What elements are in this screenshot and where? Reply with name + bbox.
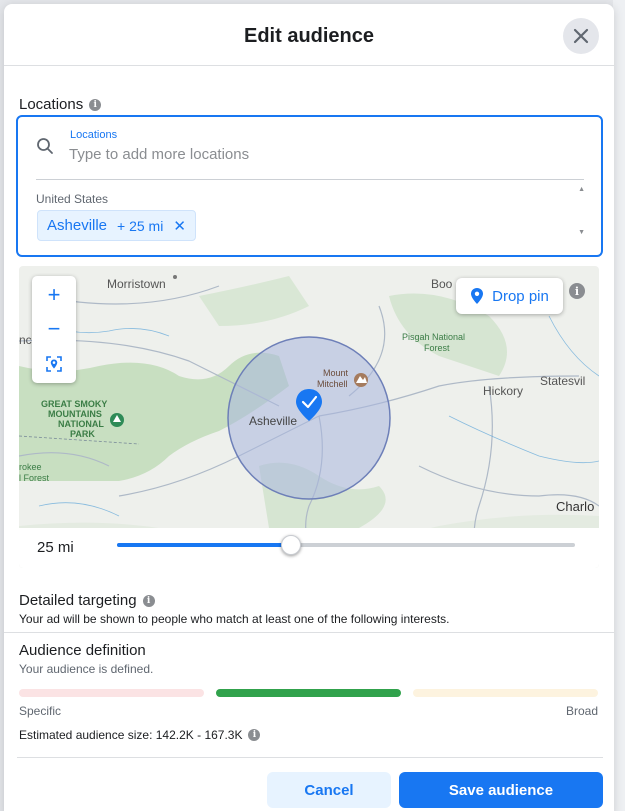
detailed-targeting-description: Your ad will be shown to people who matc… xyxy=(19,612,450,626)
map-info-icon[interactable]: i xyxy=(569,283,585,299)
zoom-in-button[interactable]: + xyxy=(32,278,76,312)
svg-text:Mitchell: Mitchell xyxy=(317,379,348,389)
svg-text:Morristown: Morristown xyxy=(107,277,166,291)
specific-label: Specific xyxy=(19,704,62,718)
chip-radius[interactable]: + 25 mi xyxy=(117,218,163,234)
save-audience-button[interactable]: Save audience xyxy=(399,772,603,808)
svg-text:Forest: Forest xyxy=(424,343,450,353)
locations-field[interactable]: Locations United States Asheville + 25 m… xyxy=(16,115,603,257)
svg-text:rokee: rokee xyxy=(19,462,42,472)
estimated-audience-size: Estimated audience size: 142.2K - 167.3K… xyxy=(19,728,261,742)
locations-field-label: Locations xyxy=(70,129,118,141)
locations-heading-label: Locations xyxy=(19,96,84,113)
edit-audience-dialog: Edit audience Locations i Locations Unite… xyxy=(4,4,614,811)
radius-slider-panel: 25 mi xyxy=(19,528,599,568)
drop-pin-button[interactable]: Drop pin xyxy=(456,278,563,314)
location-chip-asheville[interactable]: Asheville + 25 mi ✕ xyxy=(37,210,196,241)
broad-label: Broad xyxy=(565,704,598,718)
detailed-targeting-label: Detailed targeting xyxy=(19,592,137,609)
audience-meter-defined xyxy=(216,689,401,697)
section-divider xyxy=(4,632,614,633)
drop-pin-label: Drop pin xyxy=(492,287,549,305)
zoom-out-button[interactable]: − xyxy=(32,312,76,346)
info-icon[interactable]: i xyxy=(142,595,155,608)
svg-text:l Forest: l Forest xyxy=(19,473,50,483)
svg-text:nc: nc xyxy=(19,333,32,347)
locations-search-input[interactable] xyxy=(69,146,549,163)
radius-slider[interactable] xyxy=(117,535,575,555)
chip-city: Asheville xyxy=(47,217,108,234)
dialog-header: Edit audience xyxy=(4,4,614,66)
audience-definition-heading: Audience definition xyxy=(19,642,146,659)
svg-text:PARK: PARK xyxy=(70,429,95,439)
svg-text:Charlo: Charlo xyxy=(556,499,594,514)
divider xyxy=(36,179,584,180)
estimated-audience-size-text: Estimated audience size: 142.2K - 167.3K xyxy=(19,728,243,742)
scroll-up-arrow-icon[interactable]: ▲ xyxy=(578,186,585,193)
locations-heading: Locations i xyxy=(19,96,102,113)
recenter-button[interactable] xyxy=(32,347,76,381)
search-icon xyxy=(37,138,53,154)
country-label: United States xyxy=(36,192,109,206)
remove-location-icon[interactable]: ✕ xyxy=(173,217,186,235)
close-button[interactable] xyxy=(563,18,599,54)
scroll-down-arrow-icon[interactable]: ▼ xyxy=(578,229,585,236)
background-page xyxy=(613,0,625,811)
radius-value: 25 mi xyxy=(37,539,74,556)
svg-text:Boo: Boo xyxy=(431,277,453,291)
radius-slider-handle[interactable] xyxy=(281,535,302,555)
location-map[interactable]: Morristown Boo Statesvil Hickory Ashevil… xyxy=(19,266,599,568)
audience-definition-description: Your audience is defined. xyxy=(19,662,154,676)
svg-text:Statesvil: Statesvil xyxy=(540,374,585,388)
svg-text:MOUNTAINS: MOUNTAINS xyxy=(48,409,102,419)
info-icon[interactable]: i xyxy=(89,99,102,112)
recenter-icon xyxy=(46,356,62,372)
audience-meter-broad xyxy=(413,689,598,697)
svg-text:GREAT SMOKY: GREAT SMOKY xyxy=(41,399,107,409)
radius-slider-fill xyxy=(117,543,292,547)
svg-text:Pisgah National: Pisgah National xyxy=(402,332,465,342)
svg-text:Hickory: Hickory xyxy=(483,384,523,398)
dialog-title: Edit audience xyxy=(243,25,375,47)
footer-divider xyxy=(17,757,603,758)
svg-text:Mount: Mount xyxy=(323,368,349,378)
cancel-button[interactable]: Cancel xyxy=(267,772,391,808)
info-icon[interactable]: i xyxy=(248,729,261,741)
svg-text:Asheville: Asheville xyxy=(249,414,297,428)
zoom-controls: + − xyxy=(32,276,76,383)
svg-text:NATIONAL: NATIONAL xyxy=(58,419,104,429)
close-icon xyxy=(573,28,589,44)
audience-meter-specific xyxy=(19,689,204,697)
detailed-targeting-heading: Detailed targeting i xyxy=(19,592,155,609)
pin-icon xyxy=(471,288,484,304)
